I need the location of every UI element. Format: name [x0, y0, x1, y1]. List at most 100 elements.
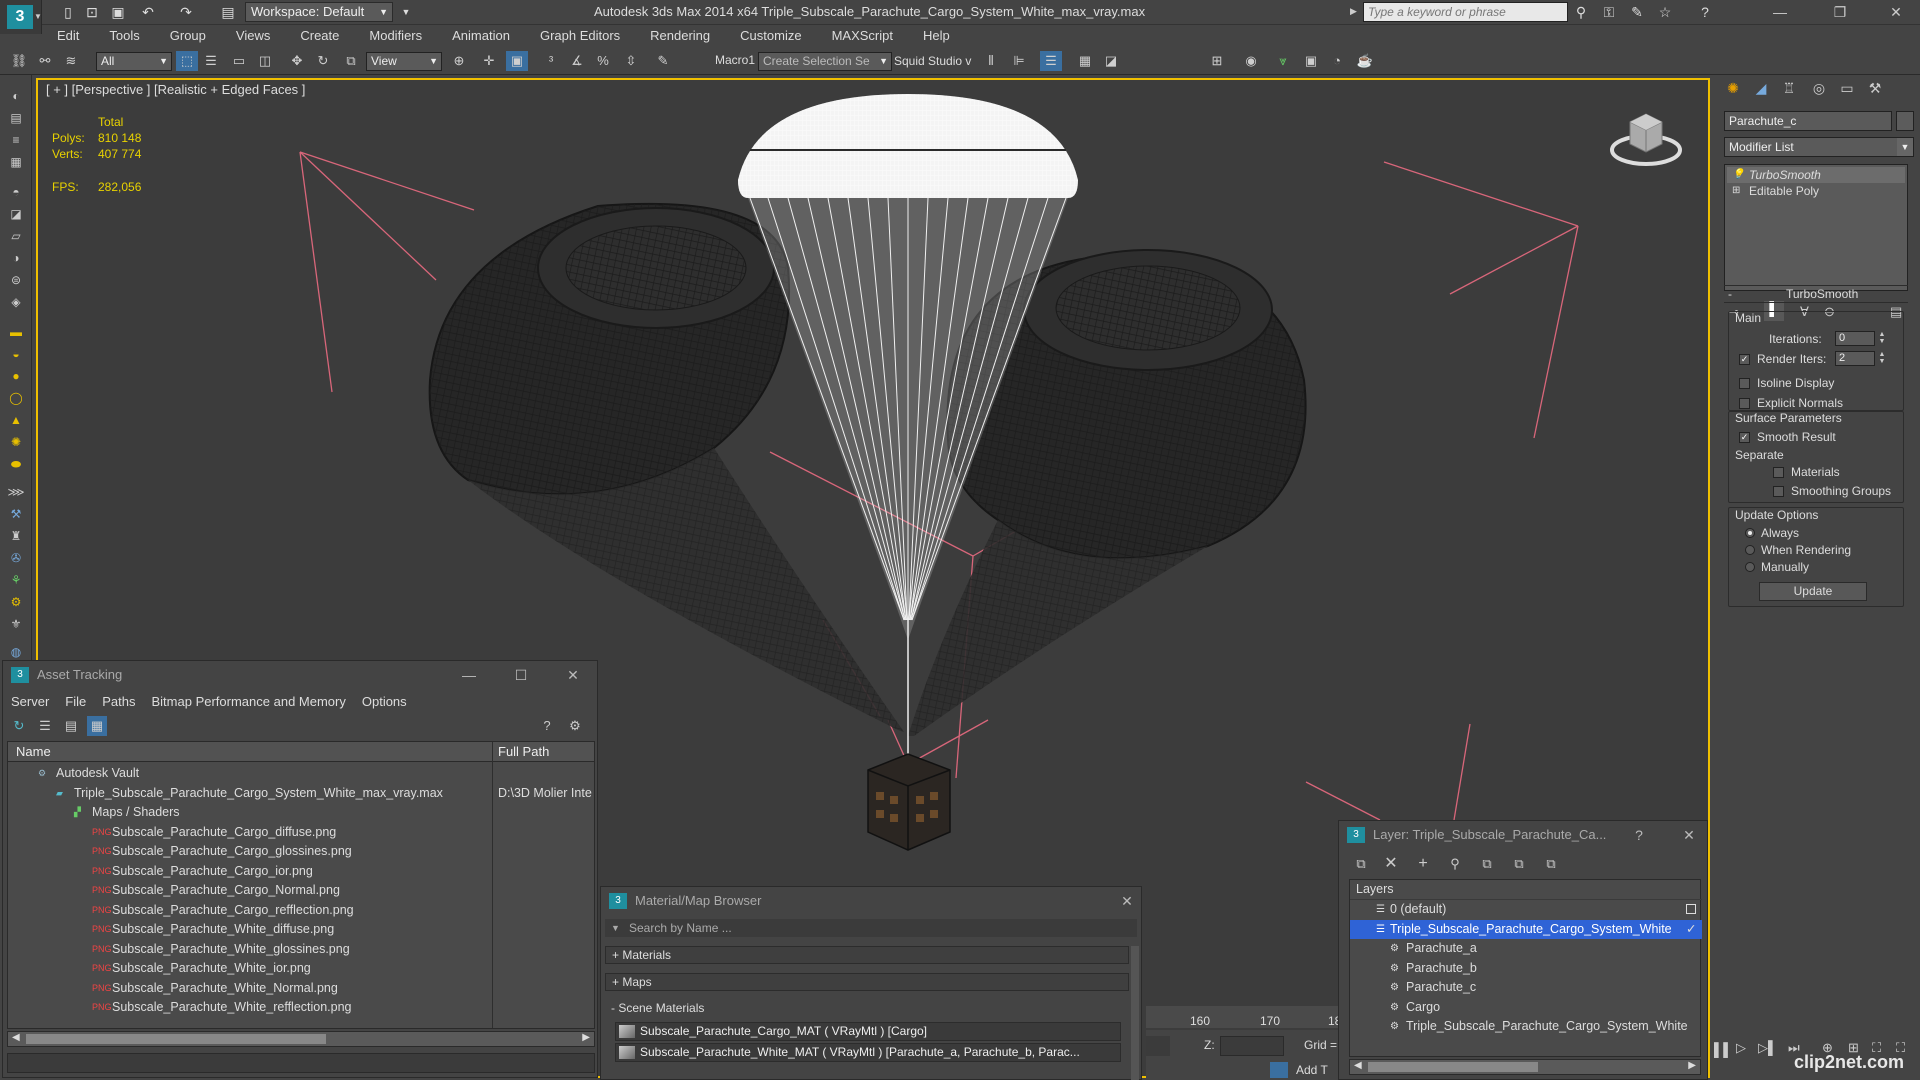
- tool-icon-15[interactable]: ▲: [6, 413, 26, 429]
- tool-icon-23[interactable]: ⚙: [6, 595, 26, 611]
- select-by-name-icon[interactable]: ☰: [200, 51, 222, 71]
- keyboard-shortcut-icon[interactable]: ▣: [506, 51, 528, 71]
- tool-icon-8[interactable]: ◑: [6, 251, 26, 267]
- display-tab-icon[interactable]: ▭: [1834, 80, 1860, 102]
- menu-group[interactable]: Group: [155, 25, 221, 47]
- schematic-view-icon[interactable]: ⊞: [1206, 51, 1228, 71]
- scroll-right-icon[interactable]: ▶: [582, 1032, 590, 1043]
- mirror-icon[interactable]: ⫴: [980, 51, 1002, 71]
- menu-animation[interactable]: Animation: [437, 25, 525, 47]
- material-scrollbar[interactable]: [1131, 946, 1139, 1080]
- table-row[interactable]: ⚙ Autodesk Vault: [8, 764, 594, 784]
- refresh-icon[interactable]: ↻: [9, 716, 29, 736]
- always-radio[interactable]: [1745, 528, 1755, 538]
- tool-icon-2[interactable]: ▤: [6, 111, 26, 127]
- save-icon[interactable]: ▣: [108, 2, 128, 22]
- scroll-right-icon[interactable]: ▶: [1688, 1060, 1696, 1071]
- tool-icon-3[interactable]: ≡: [6, 133, 26, 149]
- link-icon[interactable]: ⛓: [8, 51, 30, 71]
- search-expand-icon[interactable]: ▶: [1350, 6, 1357, 17]
- modifier-list-dropdown[interactable]: Modifier List ▼: [1724, 137, 1914, 157]
- redo-icon[interactable]: ↷: [176, 2, 196, 22]
- manually-radio[interactable]: [1745, 562, 1755, 572]
- z-field[interactable]: [1220, 1036, 1284, 1056]
- named-selection-dropdown[interactable]: Create Selection Se ▼: [758, 52, 892, 71]
- pivot-center-icon[interactable]: ⊕: [448, 51, 470, 71]
- menu-maxscript[interactable]: MAXScript: [817, 25, 908, 47]
- layer-row[interactable]: ⚙ Triple_Subscale_Parachute_Cargo_System_…: [1350, 1017, 1702, 1037]
- new-icon[interactable]: ▯: [58, 2, 78, 22]
- scale-icon[interactable]: ⧉: [340, 51, 362, 71]
- align-icon[interactable]: ⊫: [1008, 51, 1030, 71]
- update-button[interactable]: Update: [1759, 582, 1867, 601]
- highlight-layer-icon[interactable]: ⧉: [1477, 854, 1497, 874]
- rollout-header[interactable]: - TurboSmooth: [1724, 285, 1908, 303]
- table-row[interactable]: PNG Subscale_Parachute_White_ior.png: [8, 959, 594, 979]
- tool-icon-11[interactable]: ▬: [6, 325, 26, 341]
- material-item[interactable]: Subscale_Parachute_White_MAT ( VRayMtl )…: [615, 1043, 1121, 1062]
- help-button[interactable]: ?: [1625, 821, 1653, 849]
- edit-named-selection-icon[interactable]: ✎: [652, 51, 674, 71]
- render-setup-icon[interactable]: ⩔: [1272, 51, 1294, 71]
- current-layer-box[interactable]: [1686, 904, 1696, 914]
- percent-snap-icon[interactable]: %: [592, 51, 614, 71]
- app-logo[interactable]: 3 ▼: [0, 0, 42, 34]
- menu-edit[interactable]: Edit: [42, 25, 94, 47]
- smoothing-groups-checkbox[interactable]: [1773, 486, 1784, 497]
- object-color-swatch[interactable]: [1896, 111, 1914, 131]
- communication-icon[interactable]: ✎: [1626, 2, 1648, 22]
- object-name-field[interactable]: Parachute_c: [1724, 111, 1892, 131]
- key-mode-icon[interactable]: ▌▌: [1714, 1042, 1732, 1057]
- layer-row[interactable]: ⚙ Cargo: [1350, 998, 1702, 1018]
- tool-icon-4[interactable]: ▦: [6, 155, 26, 171]
- asset-tracking-titlebar[interactable]: 3 Asset Tracking — ☐ ✕: [3, 661, 597, 689]
- close-icon[interactable]: ✕: [1675, 821, 1703, 849]
- scroll-thumb[interactable]: [1368, 1062, 1538, 1072]
- help-icon[interactable]: ?: [537, 716, 557, 736]
- layer-manager-icon[interactable]: ☰: [1040, 51, 1062, 71]
- open-icon[interactable]: ⊡: [82, 2, 102, 22]
- timeline[interactable]: 160 170 18: [1146, 1006, 1342, 1028]
- tool-icon-24[interactable]: ⚜: [6, 617, 26, 633]
- section-scene-materials[interactable]: - Scene Materials: [605, 1000, 1129, 1018]
- tool-icon-6[interactable]: ◪: [6, 207, 26, 223]
- render-iterative-icon[interactable]: ☕: [1354, 51, 1376, 71]
- macro-button[interactable]: Macro1: [715, 53, 755, 67]
- menu-options[interactable]: Options: [354, 691, 415, 713]
- scroll-thumb[interactable]: [26, 1034, 326, 1044]
- render-iters-checkbox[interactable]: ✓: [1739, 354, 1750, 365]
- maximize-icon[interactable]: ☐: [507, 661, 535, 689]
- select-object-icon[interactable]: ⬚: [176, 51, 198, 71]
- binoculars-icon[interactable]: ⚲: [1570, 2, 1592, 22]
- tool-icon-20[interactable]: ♜: [6, 529, 26, 545]
- table-row[interactable]: PNG Subscale_Parachute_Cargo_refflection.…: [8, 901, 594, 921]
- smooth-result-checkbox[interactable]: ✓: [1739, 432, 1750, 443]
- restore-icon[interactable]: ❐: [1820, 2, 1860, 22]
- curve-editor-icon[interactable]: ◪: [1100, 51, 1122, 71]
- menu-server[interactable]: Server: [3, 691, 57, 713]
- table-row[interactable]: PNG Subscale_Parachute_Cargo_diffuse.png: [8, 823, 594, 843]
- viewcube[interactable]: [1608, 102, 1686, 172]
- minimize-icon[interactable]: —: [1760, 2, 1800, 22]
- tool-icon-17[interactable]: ⬬: [6, 457, 26, 473]
- tool-icon-18[interactable]: ⋙: [6, 485, 26, 501]
- tool-icon-14[interactable]: ◯: [6, 391, 26, 407]
- utilities-tab-icon[interactable]: ⚒: [1862, 80, 1888, 102]
- tool-icon-5[interactable]: ◓: [6, 185, 26, 201]
- next-frame-icon[interactable]: ▷▌: [1758, 1040, 1777, 1056]
- angle-snap-icon[interactable]: ∡: [566, 51, 588, 71]
- materials-checkbox[interactable]: [1773, 467, 1784, 478]
- tool-icon-21[interactable]: ✇: [6, 551, 26, 567]
- tool-icon-19[interactable]: ⚒: [6, 507, 26, 523]
- material-search-input[interactable]: ▼ Search by Name ...: [605, 919, 1137, 937]
- tool-icon-1[interactable]: ◐: [6, 89, 26, 105]
- menu-customize[interactable]: Customize: [725, 25, 816, 47]
- menu-tools[interactable]: Tools: [94, 25, 154, 47]
- menu-views[interactable]: Views: [221, 25, 285, 47]
- search-options-icon[interactable]: ▼: [611, 919, 620, 937]
- tool-icon-10[interactable]: ◈: [6, 295, 26, 311]
- list-view-icon[interactable]: ☰: [35, 716, 55, 736]
- when-rendering-radio[interactable]: [1745, 545, 1755, 555]
- stack-item-turbosmooth[interactable]: 💡 TurboSmooth: [1727, 167, 1905, 183]
- table-row[interactable]: PNG Subscale_Parachute_White_diffuse.png: [8, 920, 594, 940]
